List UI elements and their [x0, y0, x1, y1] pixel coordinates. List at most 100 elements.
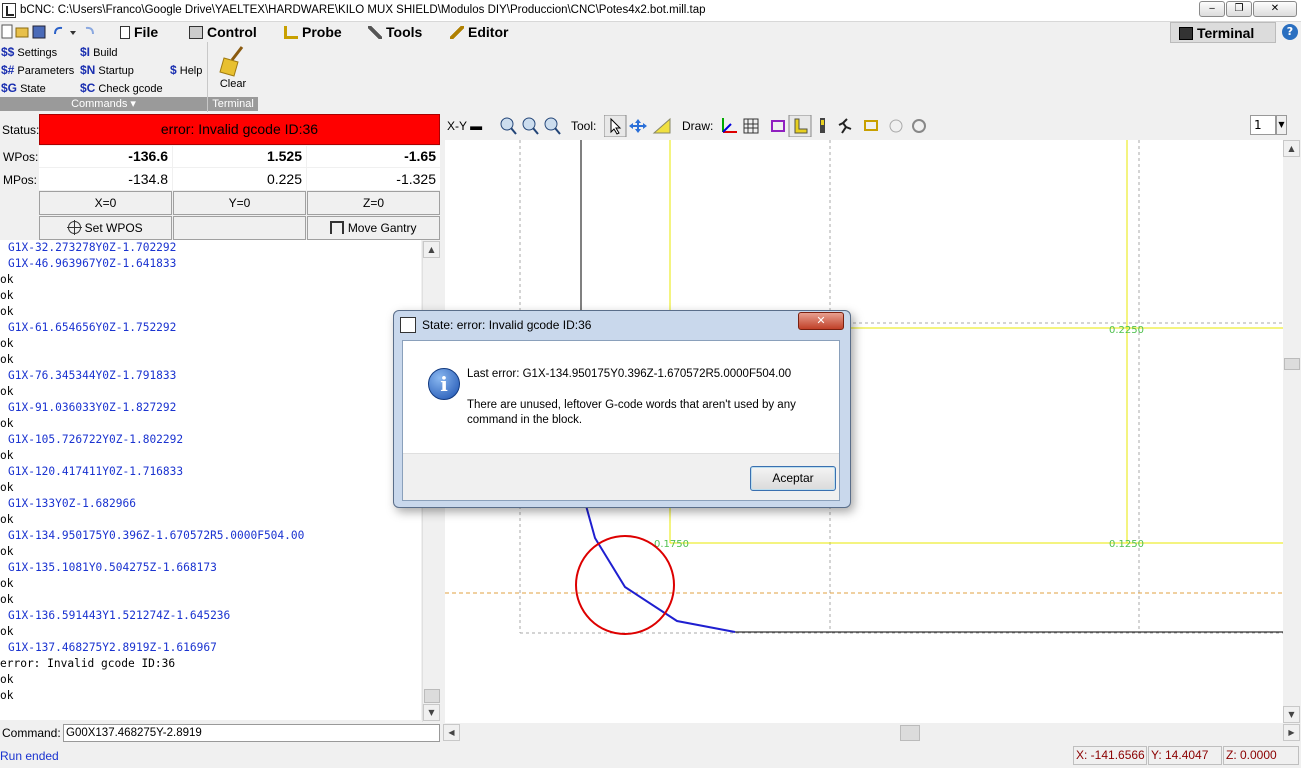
maximize-button[interactable]: ❐: [1226, 1, 1252, 17]
terminal-sent-line: G1X-76.345344Y0Z-1.791833: [8, 369, 177, 382]
canvas-vertical-scrollbar[interactable]: ▲ ▼: [1283, 140, 1301, 723]
command-row: Command: G00X137.468275Y-2.8919: [0, 723, 440, 743]
terminal-sent-line: G1X-32.273278Y0Z-1.702292: [8, 241, 177, 254]
group-label-terminal: Terminal: [208, 97, 258, 111]
group-label-commands[interactable]: Commands ▾: [0, 97, 207, 111]
parameters-button[interactable]: $# Parameters: [1, 63, 74, 77]
canvas-hscroll-thumb[interactable]: [900, 725, 920, 741]
terminal-sent-line: G1X-61.654656Y0Z-1.752292: [8, 321, 177, 334]
terminal-response-line: ok: [0, 577, 14, 590]
minimize-button[interactable]: ‒: [1199, 1, 1225, 17]
zero-y-button[interactable]: Y=0: [173, 191, 306, 215]
zero-x-button[interactable]: X=0: [39, 191, 172, 215]
canvas-scroll-down-icon[interactable]: ▼: [1283, 706, 1300, 723]
close-button[interactable]: ✕: [1253, 1, 1297, 17]
redo-icon: [85, 26, 94, 35]
editor-icon: [450, 26, 464, 39]
terminal-sent-line: G1X-91.036033Y0Z-1.827292: [8, 401, 177, 414]
terminal-sent-line: G1X-120.417411Y0Z-1.716833: [8, 465, 184, 478]
canvas-vscroll-thumb[interactable]: [1284, 358, 1300, 370]
new-file-icon: [1, 24, 13, 39]
layer-select[interactable]: 1: [1250, 115, 1276, 135]
terminal-sent-line: G1X-46.963967Y0Z-1.641833: [8, 257, 177, 270]
tool-label: Tool:: [571, 119, 597, 133]
file-icon: [120, 26, 130, 39]
terminal-response-line: ok: [0, 417, 14, 430]
tab-probe[interactable]: Probe: [284, 22, 342, 42]
gantry-icon: [330, 221, 345, 234]
workarea-icon: [820, 118, 825, 133]
scroll-thumb[interactable]: [424, 689, 440, 703]
scroll-down-arrow-icon[interactable]: ▼: [423, 704, 440, 721]
rapid-icon: [864, 120, 878, 131]
undo-icon: [54, 26, 63, 35]
view-selector[interactable]: X-Y ▬: [447, 119, 482, 133]
tools-icon: [368, 26, 382, 39]
dropdown-arrow-icon: [70, 31, 76, 35]
dialog-close-button[interactable]: ✕: [798, 312, 844, 330]
terminal-sent-line: G1X-134.950175Y0.396Z-1.670572R5.0000F50…: [8, 529, 305, 542]
control-icon: [189, 26, 203, 39]
build-button[interactable]: $I Build: [80, 45, 118, 59]
canvas-scroll-right-icon[interactable]: ▶: [1283, 724, 1300, 741]
crosshair-icon: [67, 220, 83, 235]
layer-dropdown-icon[interactable]: ▼: [1276, 115, 1287, 135]
canvas-horizontal-scrollbar[interactable]: ◀ ▶: [443, 724, 1301, 742]
state-button[interactable]: $G State: [1, 81, 46, 95]
refresh-icon: [912, 119, 926, 133]
check-gcode-button[interactable]: $C Check gcode: [80, 81, 163, 95]
zoom-controls: [500, 117, 561, 135]
help-icon[interactable]: ?: [1282, 24, 1298, 40]
mpos-label: MPos:: [3, 173, 38, 187]
help-button[interactable]: $ Help: [170, 63, 202, 77]
startup-button[interactable]: $N Startup: [80, 63, 134, 77]
dialog-title: State: error: Invalid gcode ID:36: [422, 318, 592, 332]
toolpath: [584, 501, 736, 633]
tab-tools[interactable]: Tools: [368, 22, 422, 42]
set-wpos-button[interactable]: Set WPOS: [39, 216, 172, 240]
axes-icon: [722, 118, 737, 133]
z-coordinate: Z: 0.0000: [1223, 746, 1299, 765]
quick-access-toolbar: [1, 24, 94, 39]
command-input[interactable]: G00X137.468275Y-2.8919: [63, 724, 440, 742]
dialog-footer: Aceptar: [403, 453, 839, 500]
scroll-up-arrow-icon[interactable]: ▲: [423, 241, 440, 258]
zoom-out-icon: [522, 117, 539, 135]
tab-file[interactable]: File: [120, 22, 158, 42]
terminal-output[interactable]: G1X-32.273278Y0Z-1.702292 G1X-46.963967Y0…: [0, 240, 421, 720]
tool-position-circle: [575, 535, 675, 635]
path-icon: [838, 118, 852, 134]
window-title: bCNC: C:\Users\Franco\Google Drive\YAELT…: [20, 4, 706, 16]
x-coordinate: X: -141.6566: [1073, 746, 1147, 765]
info-icon: i: [428, 368, 460, 400]
terminal-sent-line: G1X-105.726722Y0Z-1.802292: [8, 433, 184, 446]
clear-button[interactable]: Clear: [210, 44, 256, 94]
dialog-message-line2: command in the block.: [467, 414, 583, 426]
canvas-scroll-up-icon[interactable]: ▲: [1283, 140, 1300, 157]
grid-label: 0.1250: [1109, 539, 1144, 550]
tab-control[interactable]: Control: [189, 22, 257, 42]
aceptar-button[interactable]: Aceptar: [750, 466, 836, 491]
zero-z-button[interactable]: Z=0: [307, 191, 440, 215]
dialog-last-error: Last error: G1X-134.950175Y0.396Z-1.6705…: [467, 368, 792, 380]
app-icon: [2, 3, 16, 18]
canvas-scroll-left-icon[interactable]: ◀: [443, 724, 460, 741]
settings-button[interactable]: $$ Settings: [1, 45, 57, 59]
terminal-response-line: ok: [0, 305, 14, 318]
tab-terminal[interactable]: Terminal: [1170, 22, 1276, 43]
terminal-response-line: ok: [0, 625, 14, 638]
draw-buttons: [722, 115, 926, 137]
wpos-y: 1.525: [173, 146, 306, 167]
terminal-response-line: ok: [0, 353, 14, 366]
wpos-z: -1.65: [307, 146, 440, 167]
wpos-label: WPos:: [3, 150, 39, 164]
save-icon: [32, 25, 46, 39]
terminal-response-line: ok: [0, 337, 14, 350]
terminal-response-line: ok: [0, 481, 14, 494]
terminal-response-line: ok: [0, 449, 14, 462]
run-status-text: Run ended: [0, 749, 59, 763]
tab-editor[interactable]: Editor: [450, 22, 508, 42]
move-gantry-button[interactable]: Move Gantry: [307, 216, 440, 240]
broom-icon: [219, 46, 244, 77]
terminal-response-line: ok: [0, 673, 14, 686]
